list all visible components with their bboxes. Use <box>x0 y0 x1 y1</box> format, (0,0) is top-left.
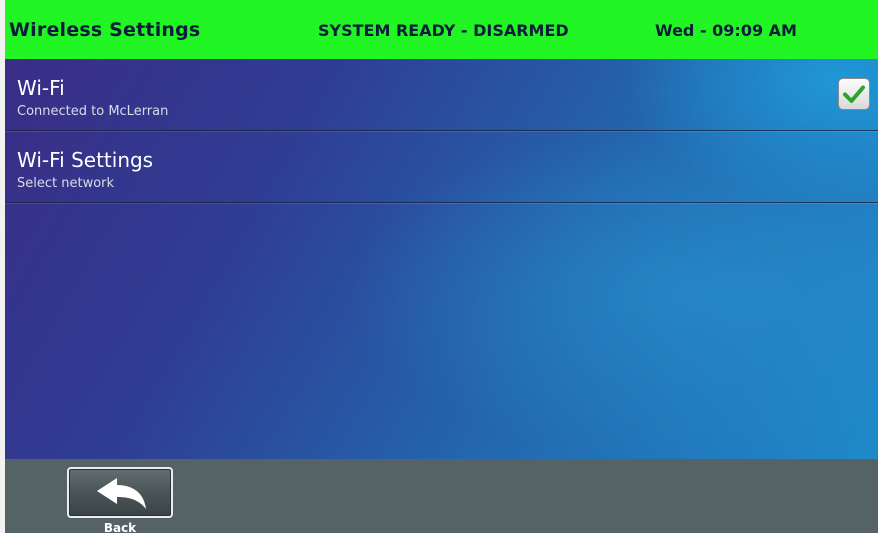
bottom-toolbar: Back <box>5 459 878 533</box>
back-arrow-icon <box>97 478 146 509</box>
checkmark-icon <box>843 85 865 103</box>
wifi-settings-label: Wi-Fi Settings <box>17 148 154 172</box>
page-title: Wireless Settings <box>9 19 201 41</box>
status-header: Wireless Settings SYSTEM READY - DISARME… <box>5 0 878 59</box>
wifi-settings-row[interactable]: Wi-Fi Settings Select network <box>5 131 878 203</box>
settings-list: Wi-Fi Connected to McLerran Wi-Fi Settin… <box>5 59 878 459</box>
wifi-label: Wi-Fi <box>17 76 65 100</box>
wifi-toggle-row[interactable]: Wi-Fi Connected to McLerran <box>5 59 878 131</box>
back-label[interactable]: Back <box>67 521 173 533</box>
wifi-checkbox[interactable] <box>838 78 870 110</box>
screen: Wireless Settings SYSTEM READY - DISARME… <box>5 0 878 533</box>
date-time: Wed - 09:09 AM <box>655 21 797 40</box>
wifi-connection-status: Connected to McLerran <box>17 104 169 119</box>
back-button[interactable] <box>67 467 173 518</box>
system-status: SYSTEM READY - DISARMED <box>318 21 569 40</box>
wifi-settings-sublabel: Select network <box>17 176 115 191</box>
